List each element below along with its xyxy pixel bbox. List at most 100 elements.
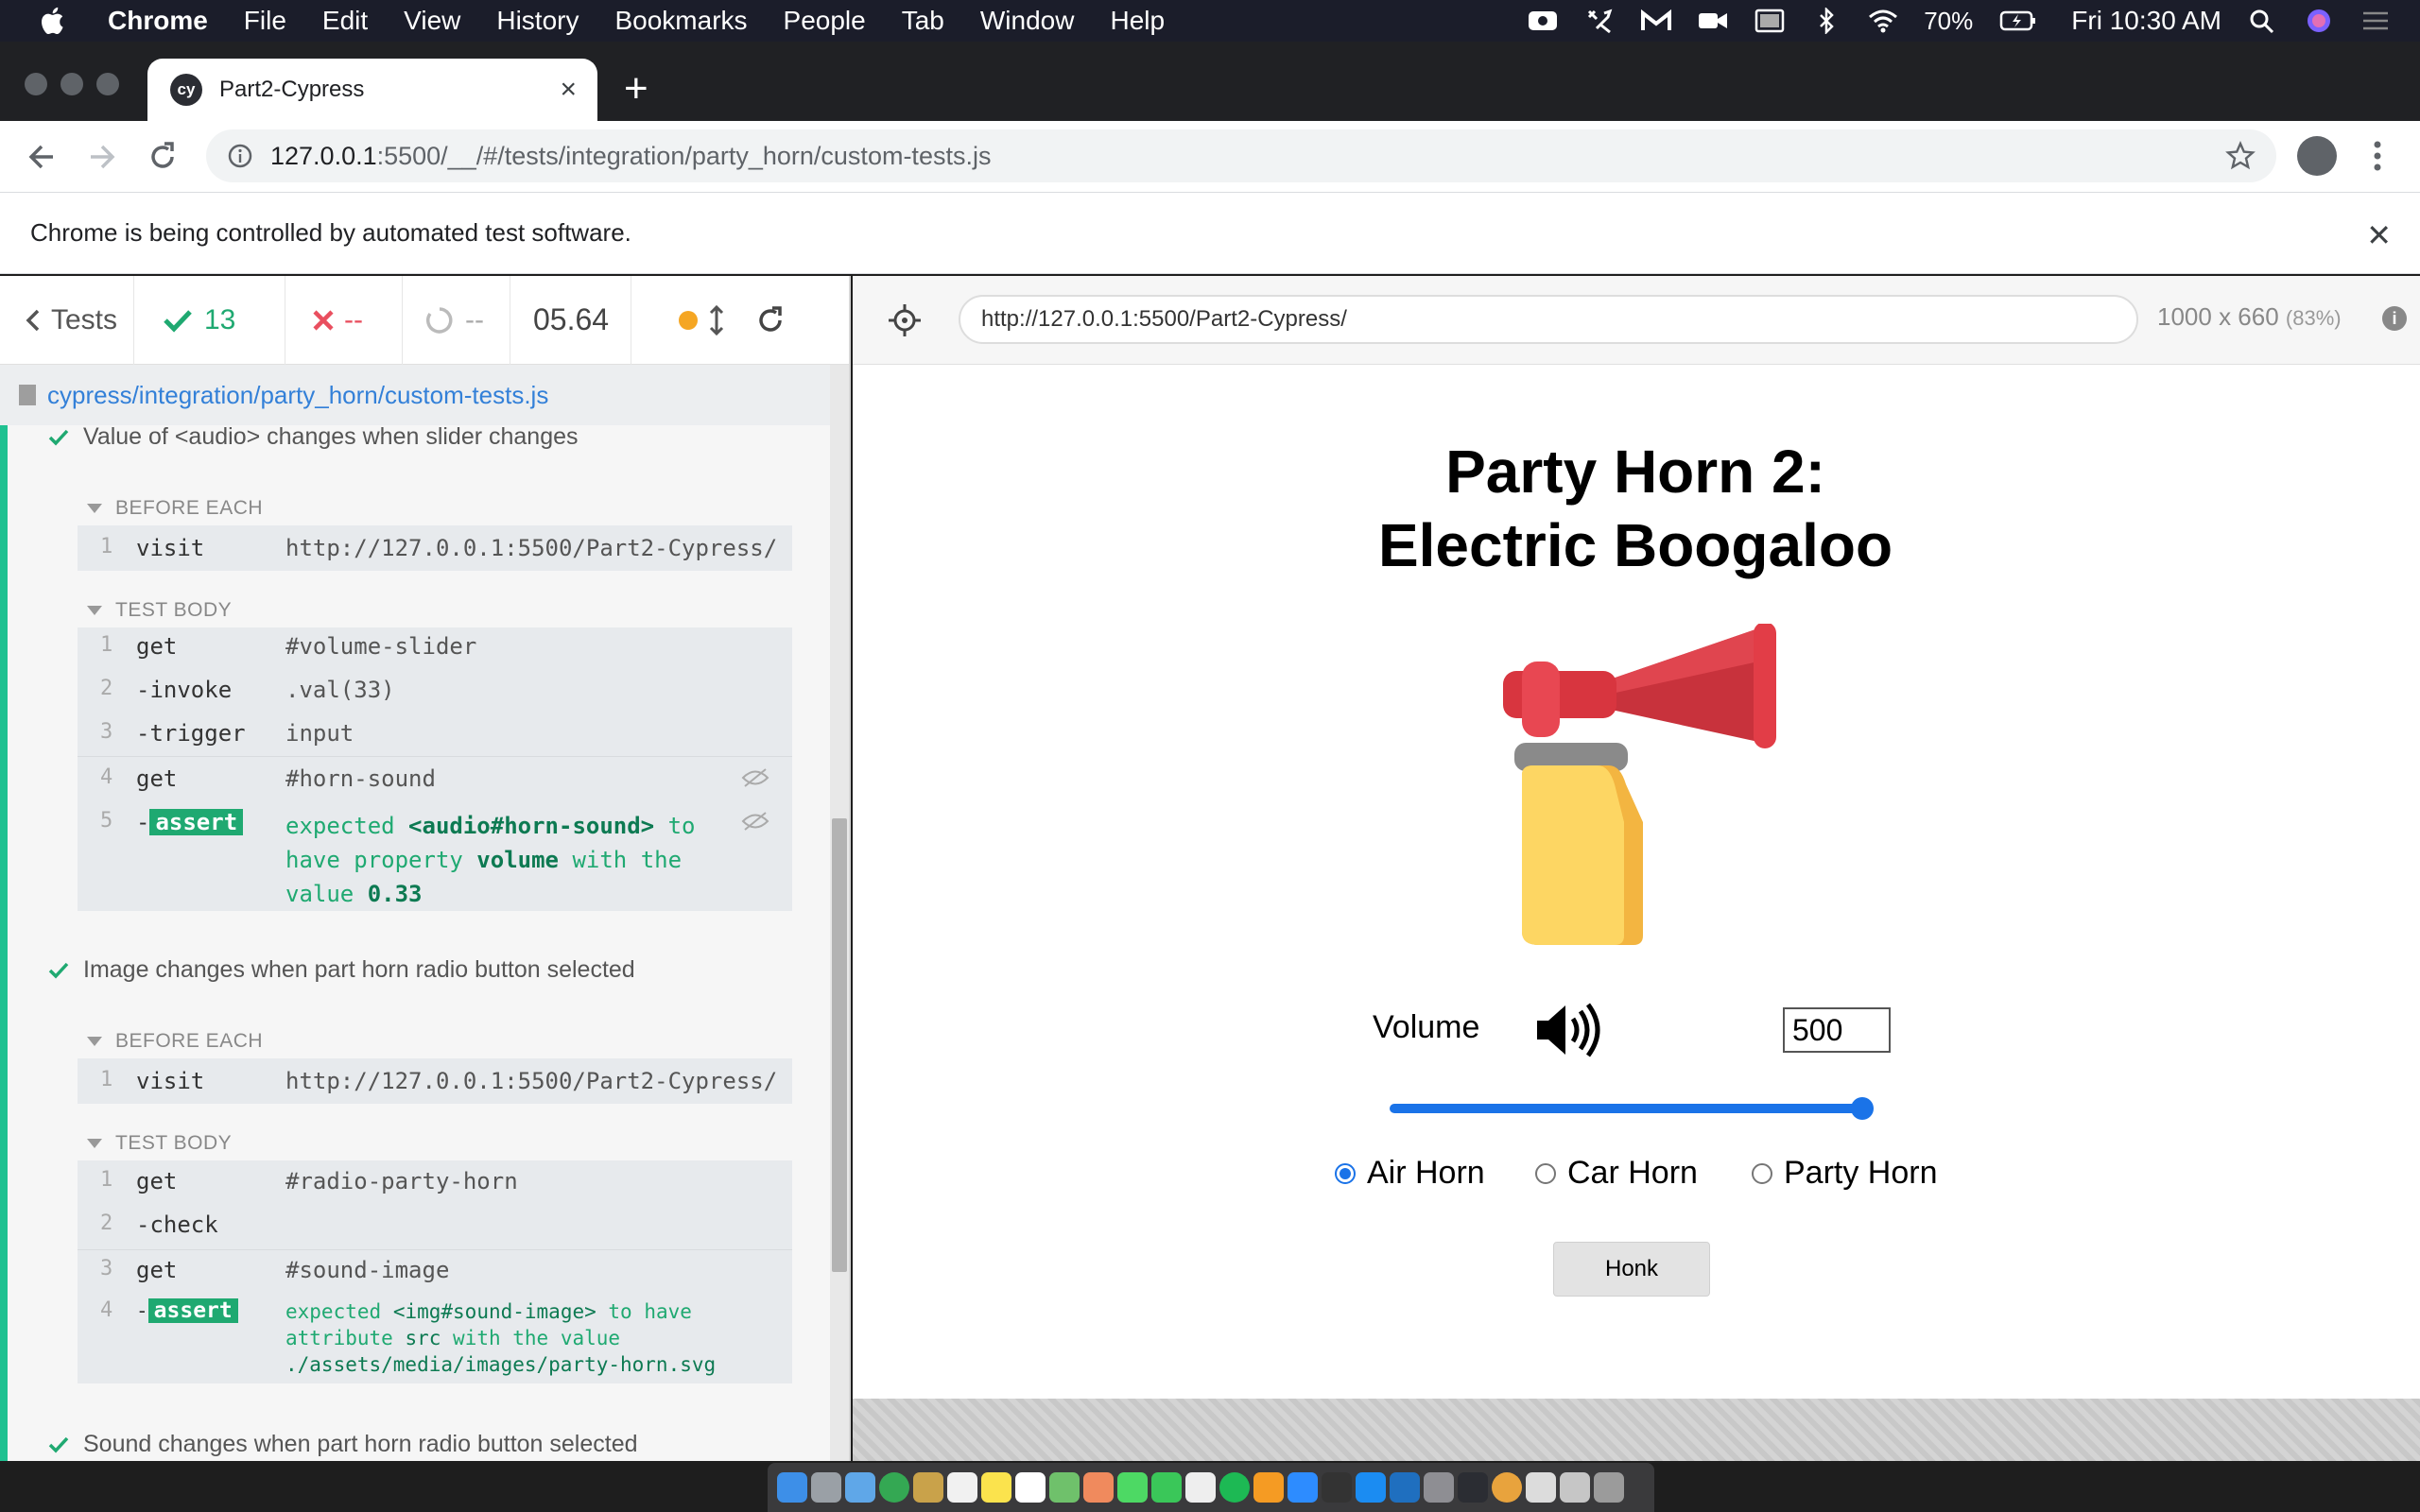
- spotlight-search-icon[interactable]: [2246, 8, 2278, 34]
- menu-history[interactable]: History: [496, 6, 579, 36]
- radio-party-horn[interactable]: Party Horn: [1752, 1155, 1938, 1192]
- command-number: 4: [100, 1298, 113, 1322]
- section-label: BEFORE EACH: [115, 1030, 264, 1052]
- passed-count[interactable]: 13: [134, 276, 285, 365]
- spotify-icon[interactable]: [1219, 1472, 1250, 1503]
- reporter-stats-bar: Tests 13 -- -- 05.64: [0, 276, 849, 365]
- tab-close-icon[interactable]: ×: [560, 74, 577, 106]
- menu-help[interactable]: Help: [1110, 6, 1165, 36]
- test-title[interactable]: Image changes when part horn radio butto…: [47, 956, 635, 984]
- menu-tab[interactable]: Tab: [902, 6, 944, 36]
- forward-arrow-icon[interactable]: [85, 140, 119, 174]
- failed-count[interactable]: --: [285, 276, 403, 365]
- radio-car-horn-dot[interactable]: [1535, 1162, 1556, 1184]
- tools-icon[interactable]: [1583, 8, 1616, 34]
- vscode-icon[interactable]: [1390, 1472, 1420, 1503]
- screen-record-icon[interactable]: [1527, 8, 1559, 34]
- app-store-icon[interactable]: [1356, 1472, 1386, 1503]
- messages-icon[interactable]: [1117, 1472, 1148, 1503]
- test-title[interactable]: Sound changes when part horn radio butto…: [47, 1431, 638, 1458]
- window-close-button[interactable]: [25, 73, 47, 95]
- textedit-icon[interactable]: [1185, 1472, 1216, 1503]
- test-title[interactable]: Value of <audio> changes when slider cha…: [47, 425, 579, 451]
- menu-view[interactable]: View: [404, 6, 460, 36]
- facetime-icon[interactable]: [1697, 8, 1729, 34]
- calendar-icon[interactable]: [947, 1472, 977, 1503]
- pending-count[interactable]: --: [403, 276, 510, 365]
- system-preferences-icon[interactable]: [1424, 1472, 1454, 1503]
- profile-avatar-icon[interactable]: [2297, 136, 2337, 176]
- aut-url-field[interactable]: http://127.0.0.1:5500/Part2-Cypress/: [959, 295, 2138, 344]
- zoom-icon[interactable]: [1288, 1472, 1318, 1503]
- menu-file[interactable]: File: [244, 6, 286, 36]
- volume-number-input[interactable]: [1783, 1007, 1891, 1053]
- address-bar[interactable]: 127.0.0.1:5500/__/#/tests/integration/pa…: [206, 129, 2276, 182]
- auto-scroll-icon[interactable]: [707, 304, 726, 336]
- books-icon[interactable]: [1253, 1472, 1284, 1503]
- downloads-icon[interactable]: [1560, 1472, 1590, 1503]
- photos-icon[interactable]: [1083, 1472, 1114, 1503]
- viewport-scale: (83%): [2285, 306, 2342, 330]
- notes-icon[interactable]: [913, 1472, 943, 1503]
- test-body-header[interactable]: TEST BODY: [87, 1132, 232, 1155]
- before-each-header[interactable]: BEFORE EACH: [87, 497, 263, 520]
- activity-monitor-icon[interactable]: [1322, 1472, 1352, 1503]
- reload-icon[interactable]: [146, 140, 180, 174]
- spec-file-path[interactable]: cypress/integration/party_horn/custom-te…: [0, 365, 830, 425]
- menu-edit[interactable]: Edit: [322, 6, 368, 36]
- rerun-tests-icon[interactable]: [754, 304, 786, 336]
- pass-check-icon: [48, 429, 69, 446]
- selector-playground-icon[interactable]: [887, 302, 923, 338]
- chrome-menu-icon[interactable]: [2373, 140, 2382, 172]
- bookmark-star-icon[interactable]: [2225, 141, 2256, 171]
- reporter-scrollbar-thumb[interactable]: [832, 818, 847, 1272]
- honk-button[interactable]: Honk: [1553, 1242, 1710, 1297]
- viewport-info-icon[interactable]: i: [2382, 306, 2407, 331]
- cypress-app-icon[interactable]: [1458, 1472, 1488, 1503]
- preview-icon[interactable]: [845, 1472, 875, 1503]
- menubar-clock[interactable]: Fri 10:30 AM: [2071, 6, 2221, 36]
- new-tab-button[interactable]: +: [624, 68, 648, 110]
- bluetooth-icon[interactable]: [1810, 8, 1842, 34]
- volume-slider[interactable]: [1390, 1104, 1864, 1113]
- document-icon[interactable]: [1526, 1472, 1556, 1503]
- facetime-app-icon[interactable]: [1151, 1472, 1182, 1503]
- volume-slider-thumb[interactable]: [1851, 1097, 1874, 1120]
- window-minimize-button[interactable]: [60, 73, 83, 95]
- finder-icon[interactable]: [777, 1472, 807, 1503]
- menu-bookmarks[interactable]: Bookmarks: [614, 6, 747, 36]
- gmail-icon[interactable]: [1640, 8, 1672, 34]
- reminders-icon[interactable]: [1015, 1472, 1046, 1503]
- command-message: #radio-party-horn: [285, 1168, 518, 1194]
- trash-icon[interactable]: [1594, 1472, 1624, 1503]
- back-arrow-icon[interactable]: [25, 140, 59, 174]
- siri-icon[interactable]: [2303, 8, 2335, 34]
- radio-party-horn-dot[interactable]: [1752, 1162, 1772, 1184]
- hidden-eye-icon[interactable]: [741, 811, 769, 832]
- radio-air-horn[interactable]: Air Horn: [1335, 1155, 1485, 1192]
- hidden-eye-icon[interactable]: [741, 767, 769, 788]
- test-body-header[interactable]: TEST BODY: [87, 599, 232, 622]
- chrome-icon[interactable]: [879, 1472, 909, 1503]
- menu-chrome[interactable]: Chrome: [108, 6, 208, 36]
- infobar-close-icon[interactable]: ✕: [2366, 217, 2392, 253]
- apple-logo-icon[interactable]: [38, 5, 70, 37]
- browser-tab[interactable]: cy Part2-Cypress ×: [147, 59, 597, 121]
- launchpad-icon[interactable]: [811, 1472, 841, 1503]
- window-zoom-button[interactable]: [96, 73, 119, 95]
- site-info-icon[interactable]: [227, 143, 253, 169]
- chrome-canary-icon[interactable]: [1492, 1472, 1522, 1503]
- back-to-tests-button[interactable]: Tests: [0, 276, 134, 365]
- menu-people[interactable]: People: [784, 6, 866, 36]
- before-each-header[interactable]: BEFORE EACH: [87, 1030, 263, 1053]
- notification-center-icon[interactable]: [2360, 8, 2392, 34]
- battery-percent: 70%: [1924, 6, 1974, 35]
- radio-car-horn[interactable]: Car Horn: [1535, 1155, 1698, 1192]
- maps-icon[interactable]: [1049, 1472, 1080, 1503]
- battery-icon[interactable]: [1997, 8, 2039, 34]
- menu-window[interactable]: Window: [980, 6, 1075, 36]
- radio-air-horn-dot[interactable]: [1335, 1162, 1356, 1184]
- wifi-icon[interactable]: [1867, 8, 1899, 34]
- stickies-icon[interactable]: [981, 1472, 1011, 1503]
- display-icon[interactable]: [1754, 8, 1786, 34]
